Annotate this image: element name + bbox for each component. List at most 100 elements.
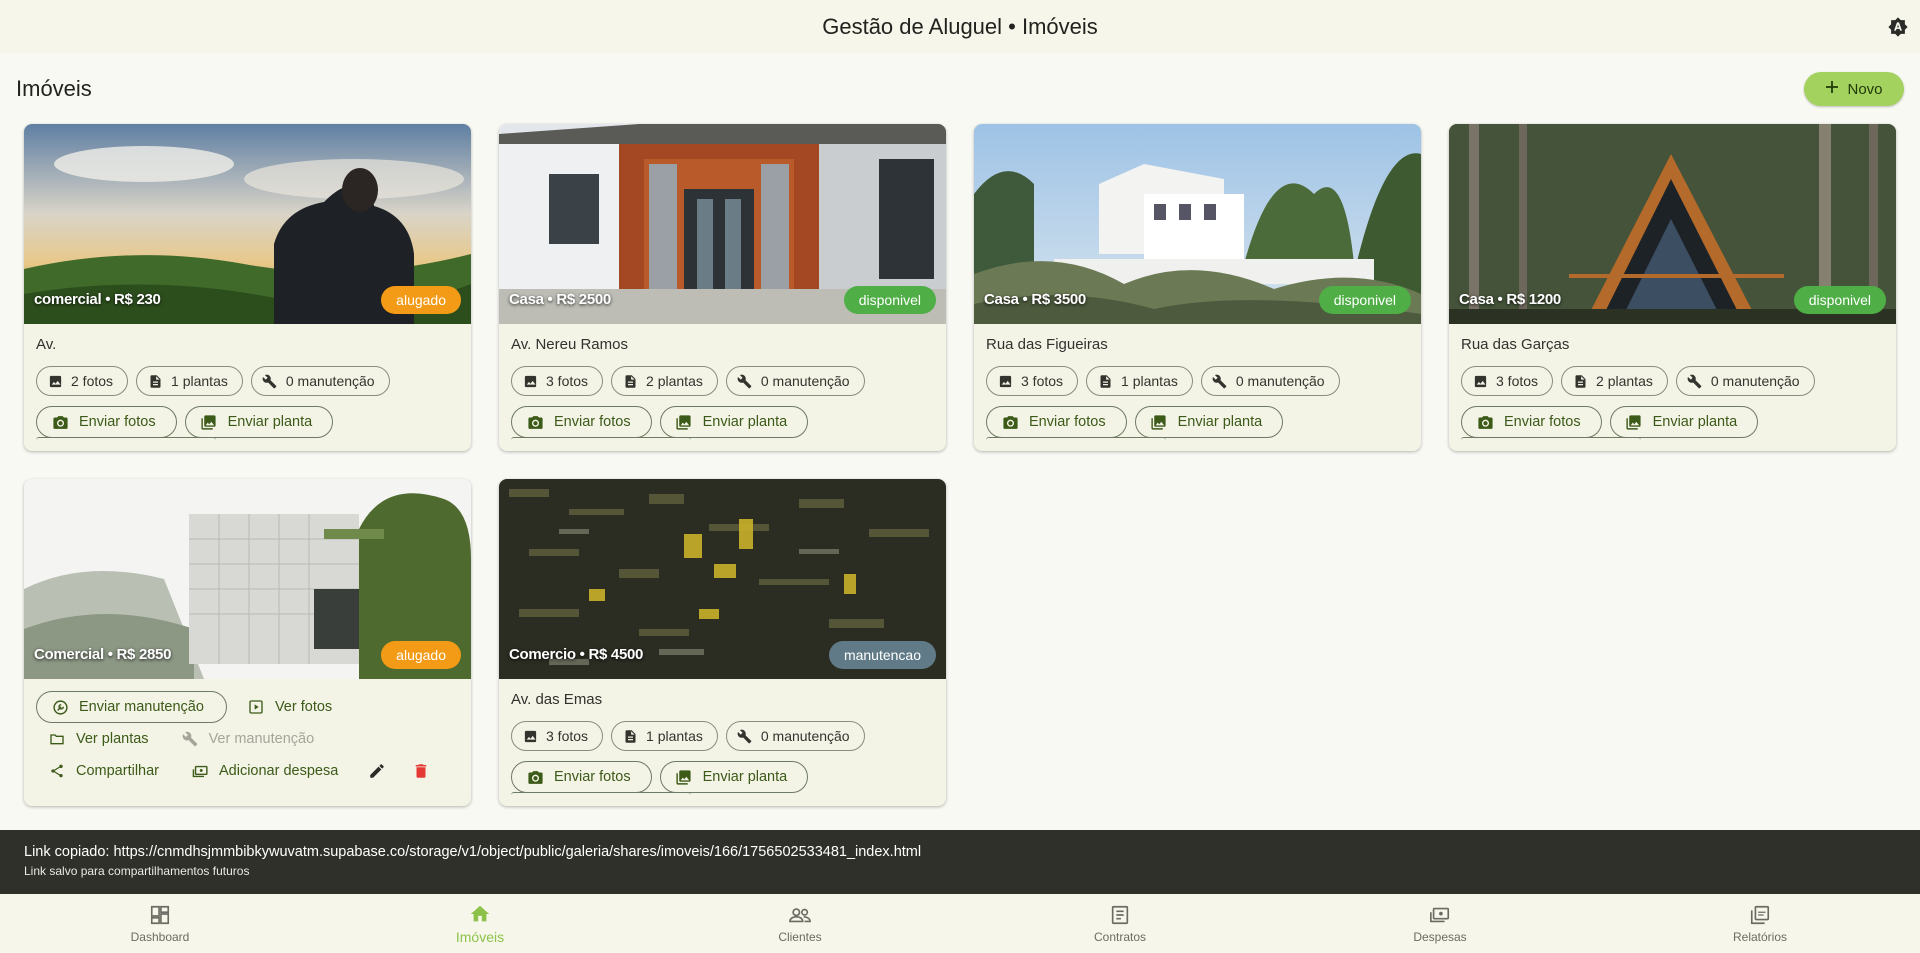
- image-icon: [522, 373, 538, 389]
- upload-photos-button[interactable]: Enviar fotos: [1461, 406, 1602, 438]
- status-badge: disponivel: [843, 286, 936, 314]
- upload-plan-button[interactable]: Enviar planta: [1134, 406, 1284, 438]
- app-title: Gestão de Aluguel • Imóveis: [822, 13, 1098, 39]
- scroll-indicator: [511, 437, 691, 443]
- document-icon: [1097, 373, 1113, 389]
- image-icon: [1472, 373, 1488, 389]
- view-photos-label: Ver fotos: [274, 699, 333, 715]
- card-body: Rua das Figueiras 3 fotos 1 plantas 0 ma…: [974, 324, 1421, 451]
- send-maintenance-label: Enviar manutenção: [79, 699, 204, 715]
- nav-item-despesas[interactable]: Despesas: [1280, 894, 1600, 953]
- photos-count-chip[interactable]: 3 fotos: [511, 366, 604, 396]
- plans-count-chip[interactable]: 1 plantas: [1086, 366, 1193, 396]
- plans-count-chip[interactable]: 1 plantas: [136, 366, 243, 396]
- people-icon: [788, 903, 812, 927]
- camera-icon: [51, 413, 69, 431]
- add-expense-button[interactable]: Adicionar despesa: [179, 755, 350, 787]
- maintenance-count: 0 manutenção: [760, 728, 850, 744]
- share-button[interactable]: Compartilhar: [36, 755, 171, 787]
- folder-icon: [48, 730, 66, 748]
- plans-count-chip[interactable]: 2 plantas: [1561, 366, 1668, 396]
- plans-count-chip[interactable]: 1 plantas: [611, 721, 718, 751]
- nav-label: Contratos: [1093, 930, 1147, 944]
- photos-count-chip[interactable]: 2 fotos: [36, 366, 129, 396]
- dashboard-icon: [148, 903, 172, 927]
- property-card: Comercio • R$ 4500 manutencao Av. das Em…: [499, 479, 946, 806]
- camera-icon: [526, 413, 544, 431]
- photo-library-icon: [200, 413, 218, 431]
- property-photo[interactable]: Comercial • R$ 2850 alugado: [24, 479, 471, 679]
- delete-button[interactable]: [400, 755, 442, 787]
- photos-count-chip[interactable]: 3 fotos: [1461, 366, 1554, 396]
- property-card: Casa • R$ 3500 disponivel Rua das Figuei…: [974, 124, 1421, 451]
- property-photo[interactable]: Casa • R$ 3500 disponivel: [974, 124, 1421, 324]
- nav-label: Imóveis: [455, 929, 505, 945]
- nav-item-imoveis[interactable]: Imóveis: [320, 894, 640, 953]
- property-photo[interactable]: Comercio • R$ 4500 manutencao: [499, 479, 946, 679]
- card-body: Av. 2 fotos 1 plantas 0 manutenção Envia…: [24, 324, 471, 451]
- upload-plan-button[interactable]: Enviar planta: [184, 406, 334, 438]
- maintenance-count-chip[interactable]: 0 manutenção: [1200, 366, 1340, 396]
- snackbar-message: Link copiado: https://cnmdhsjmmbibkywuva…: [24, 844, 922, 860]
- actions-panel: Enviar manutenção Ver fotos Ver plantas …: [24, 679, 471, 806]
- property-photo[interactable]: comercial • R$ 230 alugado: [24, 124, 471, 324]
- plus-icon: [1825, 80, 1839, 98]
- trash-icon: [412, 762, 430, 780]
- property-address: Rua das Garças: [1461, 336, 1570, 353]
- upload-photos-button[interactable]: Enviar fotos: [986, 406, 1127, 438]
- wrench-icon: [1212, 373, 1228, 389]
- status-badge: alugado: [381, 641, 461, 669]
- upload-photos-label: Enviar fotos: [1029, 414, 1106, 430]
- maintenance-count: 0 manutenção: [1235, 373, 1325, 389]
- plans-count: 1 plantas: [1121, 373, 1178, 389]
- maintenance-count-chip[interactable]: 0 manutenção: [250, 366, 390, 396]
- scroll-indicator: [1461, 437, 1641, 443]
- upload-plan-button[interactable]: Enviar planta: [1609, 406, 1759, 438]
- maintenance-count-chip[interactable]: 0 manutenção: [1675, 366, 1815, 396]
- view-maintenance-button[interactable]: Ver manutenção: [169, 723, 327, 755]
- new-property-button[interactable]: Novo: [1804, 72, 1904, 106]
- view-photos-button[interactable]: Ver fotos: [235, 691, 344, 723]
- document-icon: [1572, 373, 1588, 389]
- maintenance-count: 0 manutenção: [285, 373, 375, 389]
- maintenance-count-chip[interactable]: 0 manutenção: [725, 721, 865, 751]
- upload-plan-label: Enviar planta: [1652, 414, 1738, 430]
- camera-icon: [1001, 413, 1019, 431]
- plans-count-chip[interactable]: 2 plantas: [611, 366, 718, 396]
- send-maintenance-button[interactable]: Enviar manutenção: [36, 691, 227, 723]
- property-photo[interactable]: Casa • R$ 2500 disponivel: [499, 124, 946, 324]
- photos-count-chip[interactable]: 3 fotos: [511, 721, 604, 751]
- upload-photos-button[interactable]: Enviar fotos: [511, 406, 652, 438]
- page-title: Imóveis: [16, 76, 92, 101]
- nav-item-clientes[interactable]: Clientes: [640, 894, 960, 953]
- upload-plan-button[interactable]: Enviar planta: [659, 406, 809, 438]
- upload-plan-label: Enviar planta: [1177, 414, 1263, 430]
- upload-photos-button[interactable]: Enviar fotos: [511, 761, 652, 793]
- share-label: Compartilhar: [76, 763, 159, 779]
- view-plans-button[interactable]: Ver plantas: [36, 723, 161, 755]
- maintenance-count-chip[interactable]: 0 manutenção: [725, 366, 865, 396]
- photos-count: 3 fotos: [546, 728, 589, 744]
- nav-item-dashboard[interactable]: Dashboard: [0, 894, 320, 953]
- nav-item-contratos[interactable]: Contratos: [960, 894, 1280, 953]
- property-caption: Comercial • R$ 2850: [34, 646, 172, 663]
- photo-library-icon: [675, 768, 693, 786]
- upload-photos-button[interactable]: Enviar fotos: [36, 406, 177, 438]
- bottom-navigation: Dashboard Imóveis Clientes Contratos Des…: [0, 894, 1920, 953]
- photos-count-chip[interactable]: 3 fotos: [986, 366, 1079, 396]
- upload-photos-label: Enviar fotos: [554, 414, 631, 430]
- wrench-icon: [1687, 373, 1703, 389]
- property-photo[interactable]: Casa • R$ 1200 disponivel: [1449, 124, 1896, 324]
- upload-plan-button[interactable]: Enviar planta: [659, 761, 809, 793]
- upload-photos-label: Enviar fotos: [554, 769, 631, 785]
- document-icon: [622, 728, 638, 744]
- edit-button[interactable]: [356, 755, 398, 787]
- nav-item-relatorios[interactable]: Relatórios: [1600, 894, 1920, 953]
- add-expense-label: Adicionar despesa: [219, 763, 339, 779]
- photos-count: 3 fotos: [1496, 373, 1539, 389]
- maintenance-icon: [51, 698, 69, 716]
- property-caption: Casa • R$ 1200: [1459, 291, 1561, 308]
- brightness-auto-icon[interactable]: [1886, 15, 1910, 39]
- upload-photos-label: Enviar fotos: [1504, 414, 1581, 430]
- image-icon: [47, 373, 63, 389]
